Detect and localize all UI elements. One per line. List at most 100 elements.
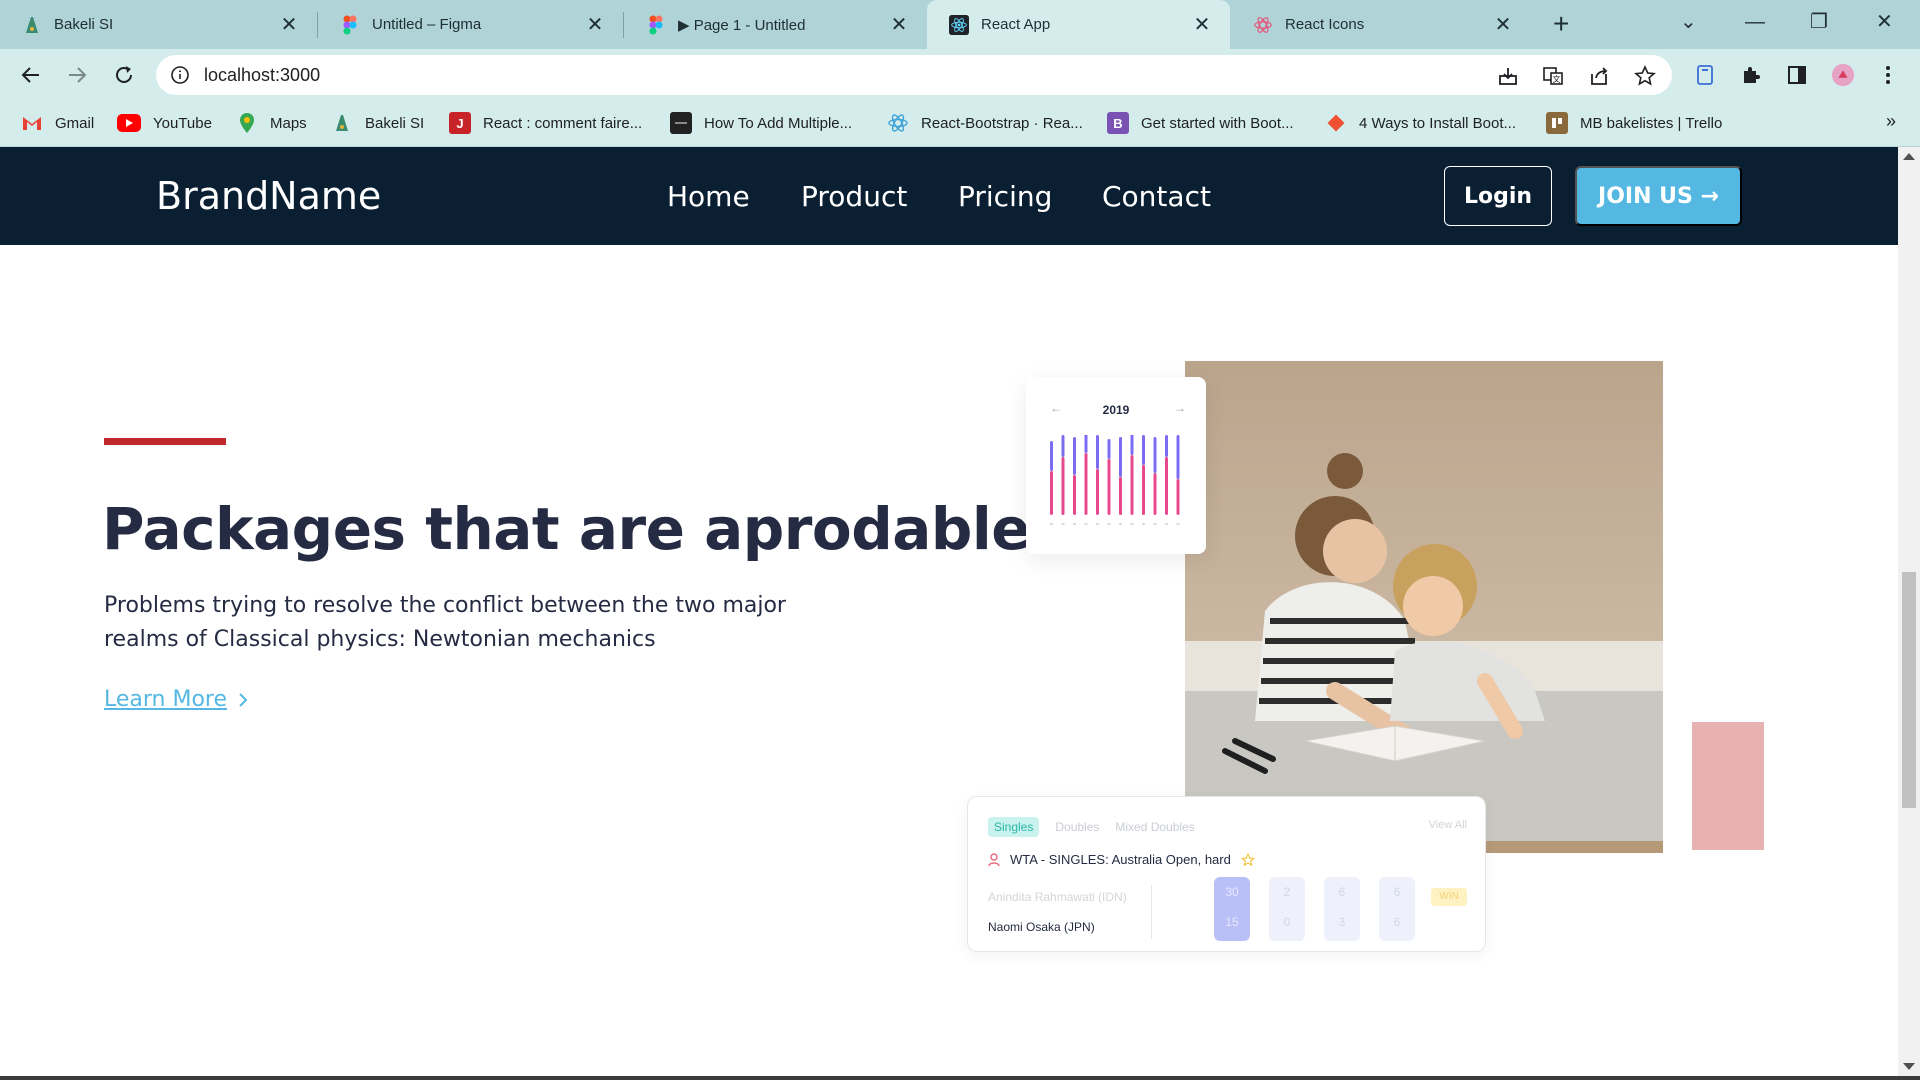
chart-bar [1073, 437, 1076, 475]
new-tab-icon[interactable]: + [1553, 8, 1569, 40]
brand-logo[interactable]: BrandName [156, 174, 381, 218]
nav-product[interactable]: Product [801, 180, 907, 213]
chart-bar [1073, 475, 1076, 515]
bookmark-label: React : comment faire... [483, 114, 643, 132]
close-icon[interactable]: ✕ [889, 12, 909, 37]
extensions-icon[interactable] [1739, 63, 1763, 87]
chart-tick [1096, 523, 1099, 525]
tab-singles[interactable]: Singles [988, 817, 1040, 837]
chart-tick [1130, 523, 1134, 525]
tab-title: Bakeli SI [54, 16, 114, 33]
player-two: Naomi Osaka (JPN) [988, 920, 1095, 934]
chart-bar [1084, 435, 1088, 453]
restore-icon[interactable]: ❐ [1810, 8, 1828, 36]
react-bootstrap-icon [887, 112, 909, 134]
youtube-icon [117, 114, 141, 132]
login-button[interactable]: Login [1444, 166, 1552, 226]
site-info-icon[interactable] [170, 65, 190, 90]
learn-more-label: Learn More [104, 687, 228, 712]
bookmark-label: Gmail [55, 114, 95, 132]
chart-bar [1119, 477, 1122, 515]
chart-bar [1142, 435, 1145, 465]
close-icon[interactable]: ✕ [585, 12, 605, 37]
bookmark-trello[interactable]: MB bakelistes | Trello [1546, 111, 1722, 135]
share-icon[interactable] [1588, 65, 1610, 87]
scroll-up-icon[interactable] [1903, 153, 1915, 160]
bookmark-maps[interactable]: Maps [236, 111, 307, 135]
chevron-down-icon[interactable]: ⌄ [1680, 8, 1697, 36]
bookmark-star-icon[interactable] [1634, 65, 1656, 87]
join-us-button[interactable]: JOIN US → [1575, 166, 1742, 226]
back-icon[interactable] [17, 61, 45, 89]
bookmark-git[interactable]: 4 Ways to Install Boot... [1325, 111, 1516, 135]
translate-icon[interactable]: 文 [1542, 65, 1564, 87]
forward-icon[interactable] [63, 61, 91, 89]
scrollbar-thumb[interactable] [1902, 572, 1916, 808]
tablet-extension-icon[interactable] [1693, 63, 1717, 87]
event-row: WTA - SINGLES: Australia Open, hard [988, 852, 1255, 867]
chart-tick [1119, 523, 1122, 525]
tab-react-icons[interactable]: React Icons ✕ [1231, 0, 1531, 49]
tab-doubles[interactable]: Doubles [1055, 817, 1099, 837]
score-column: 30 15 [1214, 877, 1250, 941]
nav-pricing[interactable]: Pricing [958, 180, 1052, 213]
bookmarks-bar: Gmail YouTube Maps Bakeli SI J React : c… [0, 101, 1920, 147]
tab-mixed-doubles[interactable]: Mixed Doubles [1115, 817, 1194, 837]
nav-home[interactable]: Home [667, 180, 750, 213]
bookmark-label: 4 Ways to Install Boot... [1359, 114, 1517, 132]
page-scrollbar[interactable] [1898, 147, 1920, 1076]
tab-title: React App [981, 16, 1051, 33]
close-icon[interactable]: ✕ [279, 12, 299, 37]
tab-title: ▶ Page 1 - Untitled [678, 16, 806, 34]
bookmark-label: MB bakelistes | Trello [1580, 114, 1723, 132]
bookmark-howto[interactable]: How To Add Multiple... [670, 111, 852, 135]
bookmark-bakeli[interactable]: Bakeli SI [331, 111, 424, 135]
react-icon [949, 14, 969, 35]
score-bottom: 6 [1393, 915, 1401, 929]
menu-icon[interactable] [1876, 63, 1900, 87]
minimize-icon[interactable]: — [1745, 8, 1765, 36]
url-text: localhost:3000 [204, 65, 321, 85]
close-icon[interactable]: ✕ [1192, 12, 1212, 37]
score-top: 30 [1225, 885, 1239, 899]
chart-next-icon[interactable]: → [1174, 401, 1186, 415]
decorative-pink-block [1692, 722, 1764, 850]
install-icon[interactable] [1497, 65, 1519, 87]
tab-react-app[interactable]: React App ✕ [927, 0, 1230, 49]
window-close-icon[interactable]: ✕ [1876, 8, 1893, 36]
tab-strip: Bakeli SI ✕ Untitled – Figma ✕ ▶ Page 1 … [0, 0, 1920, 49]
reload-icon[interactable] [110, 61, 138, 89]
bakeli-icon [22, 15, 42, 35]
learn-more-link[interactable]: Learn More [104, 687, 249, 712]
bookmark-youtube[interactable]: YouTube [117, 111, 212, 135]
address-bar[interactable]: localhost:3000 文 [156, 55, 1672, 95]
bookmark-label: Get started with Boot... [1141, 114, 1294, 132]
score-divider [1151, 885, 1152, 939]
tab-figma-page[interactable]: ▶ Page 1 - Untitled ✕ [624, 0, 927, 49]
star-icon[interactable] [1240, 852, 1255, 867]
side-panel-icon[interactable] [1785, 63, 1809, 87]
bookmark-gmail[interactable]: Gmail [21, 111, 94, 135]
tab-bakeli[interactable]: Bakeli SI ✕ [0, 0, 317, 49]
chart-bar [1107, 459, 1111, 515]
score-column: 6 6 [1379, 877, 1415, 941]
tab-figma[interactable]: Untitled – Figma ✕ [318, 0, 623, 49]
bookmark-bootstrap[interactable]: B Get started with Boot... [1107, 111, 1294, 135]
close-icon[interactable]: ✕ [1493, 12, 1513, 37]
git-icon [1325, 112, 1347, 134]
accent-line [104, 438, 226, 445]
bookmark-react-bootstrap[interactable]: React-Bootstrap · Rea... [887, 111, 1083, 135]
bookmark-journal[interactable]: J React : comment faire... [449, 111, 642, 135]
chart-bar [1165, 435, 1168, 457]
avatar[interactable] [1831, 63, 1855, 87]
score-tabs: Singles Doubles Mixed Doubles [988, 817, 1195, 837]
score-top: 2 [1283, 885, 1291, 899]
nav-contact[interactable]: Contact [1102, 180, 1211, 213]
chart-bar [1096, 469, 1099, 515]
scroll-down-icon[interactable] [1903, 1063, 1915, 1070]
bookmark-label: Maps [270, 114, 307, 132]
view-all-link[interactable]: View All [1429, 819, 1467, 831]
bookmark-label: How To Add Multiple... [704, 114, 853, 132]
win-badge: WIN [1431, 888, 1467, 906]
more-bookmarks-icon[interactable]: » [1886, 111, 1896, 132]
